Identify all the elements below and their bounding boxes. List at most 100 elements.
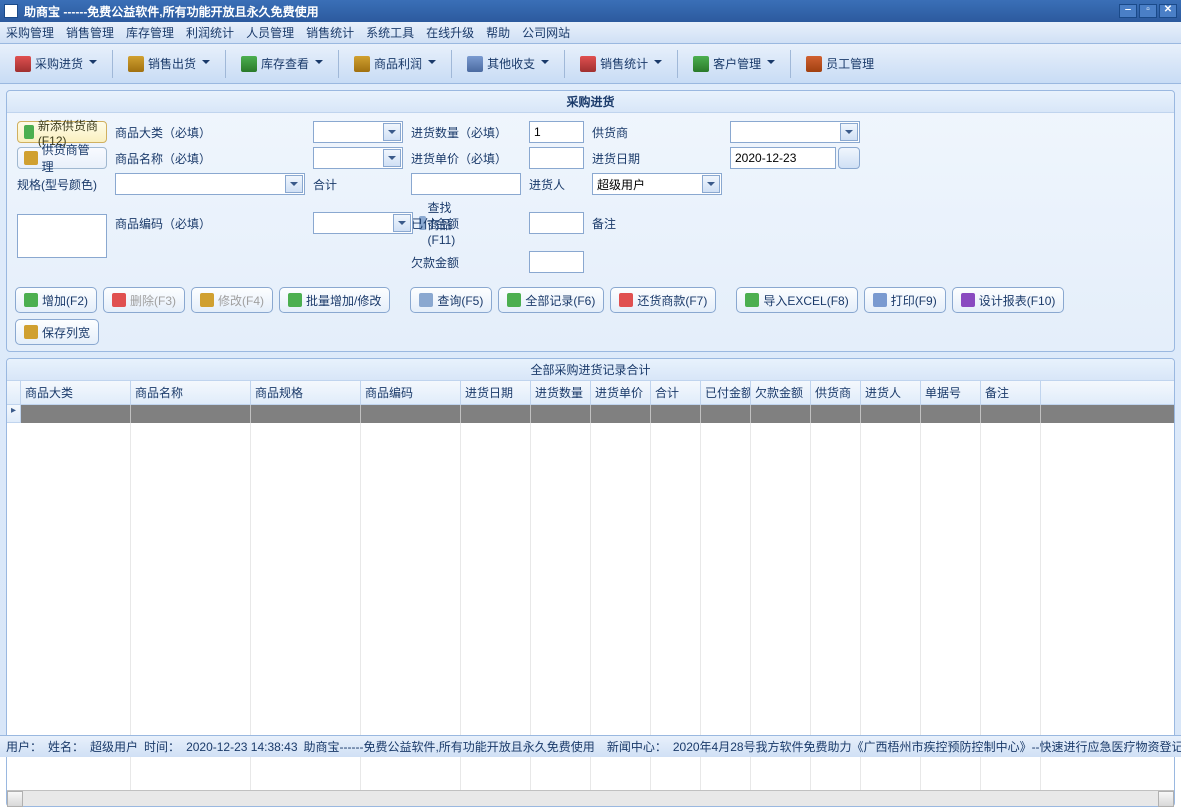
- chevron-down-icon[interactable]: [840, 123, 858, 141]
- menu-personnel[interactable]: 人员管理: [246, 24, 294, 41]
- status-bar: 用户： 姓名： 超级用户 时间： 2020-12-23 14:38:43 助商宝…: [0, 735, 1181, 757]
- spec-combo[interactable]: [115, 173, 305, 195]
- tb-customer[interactable]: 客户管理: [686, 51, 782, 76]
- col-header[interactable]: 单据号: [921, 381, 981, 404]
- menu-inventory[interactable]: 库存管理: [126, 24, 174, 41]
- scroll-right-button[interactable]: [1158, 791, 1174, 807]
- edit-icon: [200, 293, 214, 307]
- tb-sales[interactable]: 销售出货: [121, 51, 217, 76]
- menu-sales-stats[interactable]: 销售统计: [306, 24, 354, 41]
- print-icon: [873, 293, 887, 307]
- chevron-down-icon: [202, 60, 210, 68]
- menu-sales[interactable]: 销售管理: [66, 24, 114, 41]
- remark-input[interactable]: [17, 214, 107, 258]
- category-combo[interactable]: [313, 121, 403, 143]
- query-button[interactable]: 查询(F5): [410, 287, 492, 313]
- chevron-down-icon[interactable]: [383, 149, 401, 167]
- customer-icon: [693, 56, 709, 72]
- status-news: 2020年4月28号我方软件免费助力《广西梧州市疾控预防控制中心》--快速进行应…: [673, 738, 1181, 755]
- maximize-button[interactable]: ▫: [1139, 4, 1157, 18]
- edit-button[interactable]: 修改(F4): [191, 287, 273, 313]
- menu-bar: 采购管理 销售管理 库存管理 利润统计 人员管理 销售统计 系统工具 在线升级 …: [0, 22, 1181, 44]
- tb-other[interactable]: 其他收支: [460, 51, 556, 76]
- edit-icon: [24, 151, 38, 165]
- paid-input[interactable]: [529, 212, 584, 234]
- total-input[interactable]: [411, 173, 521, 195]
- status-user-label: 用户：: [6, 738, 42, 755]
- tb-purchase[interactable]: 采购进货: [8, 51, 104, 76]
- return-icon: [619, 293, 633, 307]
- owe-label: 欠款金额: [411, 254, 521, 271]
- grid-body[interactable]: ▸: [7, 405, 1174, 790]
- delete-button[interactable]: 删除(F3): [103, 287, 185, 313]
- supplier-mgmt-button[interactable]: 供货商管理: [17, 147, 107, 169]
- minimize-button[interactable]: ‒: [1119, 4, 1137, 18]
- person-label: 进货人: [529, 176, 584, 193]
- col-header[interactable]: 备注: [981, 381, 1041, 404]
- col-header[interactable]: 进货人: [861, 381, 921, 404]
- chevron-down-icon: [654, 60, 662, 68]
- status-time-label: 时间：: [144, 738, 180, 755]
- row-marker[interactable]: ▸: [7, 405, 21, 423]
- close-button[interactable]: ✕: [1159, 4, 1177, 18]
- col-header[interactable]: 供货商: [811, 381, 861, 404]
- tb-employee[interactable]: 员工管理: [799, 51, 881, 76]
- menu-help[interactable]: 帮助: [486, 24, 510, 41]
- status-app: 助商宝------免费公益软件,所有功能开放且永久免费使用: [304, 738, 595, 755]
- person-combo[interactable]: 超级用户: [592, 173, 722, 195]
- name-combo[interactable]: [313, 147, 403, 169]
- menu-profit[interactable]: 利润统计: [186, 24, 234, 41]
- form-panel: 采购进货 商品大类（必填） 进货数量（必填） 1 供货商 新添供货商(F12) …: [6, 90, 1175, 352]
- return-button[interactable]: 还货商款(F7): [610, 287, 716, 313]
- code-combo[interactable]: [313, 212, 413, 234]
- report-button[interactable]: 设计报表(F10): [952, 287, 1065, 313]
- menu-website[interactable]: 公司网站: [522, 24, 570, 41]
- qty-input[interactable]: 1: [529, 121, 584, 143]
- print-button[interactable]: 打印(F9): [864, 287, 946, 313]
- excel-button[interactable]: 导入EXCEL(F8): [736, 287, 857, 313]
- supplier-combo[interactable]: [730, 121, 860, 143]
- chevron-down-icon[interactable]: [285, 175, 303, 193]
- scroll-track[interactable]: [23, 791, 1158, 806]
- col-header[interactable]: 已付金额: [701, 381, 751, 404]
- col-header[interactable]: 商品规格: [251, 381, 361, 404]
- tb-profit[interactable]: 商品利润: [347, 51, 443, 76]
- date-input[interactable]: 2020-12-23: [730, 147, 836, 169]
- col-header[interactable]: 欠款金额: [751, 381, 811, 404]
- price-input[interactable]: [529, 147, 584, 169]
- col-header[interactable]: 商品名称: [131, 381, 251, 404]
- menu-update[interactable]: 在线升级: [426, 24, 474, 41]
- col-header[interactable]: 进货日期: [461, 381, 531, 404]
- excel-icon: [745, 293, 759, 307]
- owe-input[interactable]: [529, 251, 584, 273]
- grid-title: 全部采购进货记录合计: [7, 359, 1174, 381]
- check-icon: [507, 293, 521, 307]
- qty-label: 进货数量（必填）: [411, 124, 521, 141]
- plus-icon: [24, 293, 38, 307]
- tb-stats[interactable]: 销售统计: [573, 51, 669, 76]
- menu-tools[interactable]: 系统工具: [366, 24, 414, 41]
- menu-purchase[interactable]: 采购管理: [6, 24, 54, 41]
- add-button[interactable]: 增加(F2): [15, 287, 97, 313]
- save-col-button[interactable]: 保存列宽: [15, 319, 99, 345]
- col-header[interactable]: 进货单价: [591, 381, 651, 404]
- app-icon: [4, 4, 18, 18]
- horizontal-scrollbar[interactable]: [7, 790, 1174, 806]
- all-records-button[interactable]: 全部记录(F6): [498, 287, 604, 313]
- scroll-left-button[interactable]: [7, 791, 23, 807]
- col-header[interactable]: 商品编码: [361, 381, 461, 404]
- chevron-down-icon[interactable]: [702, 175, 720, 193]
- chevron-down-icon[interactable]: [383, 123, 401, 141]
- chevron-down-icon[interactable]: [393, 214, 411, 232]
- batch-button[interactable]: 批量增加/修改: [279, 287, 390, 313]
- selected-row[interactable]: [21, 405, 1174, 423]
- col-header[interactable]: 合计: [651, 381, 701, 404]
- tb-inventory[interactable]: 库存查看: [234, 51, 330, 76]
- status-name-label: 姓名：: [48, 738, 84, 755]
- calendar-button[interactable]: [838, 147, 860, 169]
- button-bar: 增加(F2) 删除(F3) 修改(F4) 批量增加/修改 查询(F5) 全部记录…: [7, 281, 1174, 351]
- col-header[interactable]: 商品大类: [21, 381, 131, 404]
- new-supplier-button[interactable]: 新添供货商(F12): [17, 121, 107, 143]
- col-header[interactable]: 进货数量: [531, 381, 591, 404]
- other-icon: [467, 56, 483, 72]
